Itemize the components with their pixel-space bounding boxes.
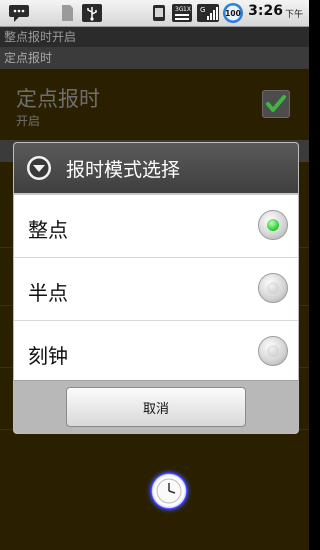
option-label: 半点	[28, 281, 68, 305]
sb-1x-text: 1X	[183, 6, 191, 13]
pref-title: 定点报时	[16, 87, 100, 111]
sd-card-icon	[62, 5, 73, 21]
dialog-button-bar: 取消	[14, 380, 298, 433]
clock-face-icon	[156, 478, 182, 504]
usb-icon	[82, 4, 102, 22]
dialog-title: 报时模式选择	[66, 159, 181, 181]
option-label: 刻钟	[28, 344, 68, 368]
radio-empty-dot	[267, 282, 279, 294]
radio-button[interactable]	[258, 336, 288, 366]
chat-notification-icon	[9, 5, 29, 22]
dialog-title-bar: 报时模式选择	[14, 143, 298, 195]
option-quarter-hour[interactable]: 刻钟	[14, 321, 298, 384]
battery-icon: 100	[223, 3, 243, 23]
pref-checkbox[interactable]	[262, 90, 290, 118]
data-connection-icon: 3G 1X	[172, 4, 192, 22]
chime-mode-dialog: 报时模式选择 整点 半点 刻钟 取消	[13, 142, 299, 434]
clock-icon[interactable]	[150, 472, 188, 510]
signal-strength-icon: G	[197, 4, 219, 22]
app-title-bar: 整点报时开启	[0, 27, 309, 47]
radio-button-selected[interactable]	[258, 210, 288, 240]
battery-level: 100	[225, 9, 241, 18]
radio-selected-dot	[267, 219, 279, 231]
option-label: 整点	[28, 218, 68, 242]
pref-summary: 开启	[16, 114, 41, 128]
status-ampm: 下午	[284, 10, 303, 20]
section-header: 定点报时	[0, 47, 309, 69]
cancel-button[interactable]: 取消	[66, 387, 246, 427]
chevron-down-icon	[27, 156, 51, 180]
radio-button[interactable]	[258, 273, 288, 303]
radio-empty-dot	[267, 345, 279, 357]
option-on-the-hour[interactable]: 整点	[14, 195, 298, 258]
checkmark-icon	[266, 95, 286, 112]
status-time: 3:26	[248, 3, 283, 19]
vibrate-icon	[153, 5, 165, 21]
sb-g-text: G	[200, 6, 205, 14]
option-half-hour[interactable]: 半点	[14, 258, 298, 321]
status-bar: 3G 1X G 100 3:26 下午	[0, 0, 309, 27]
